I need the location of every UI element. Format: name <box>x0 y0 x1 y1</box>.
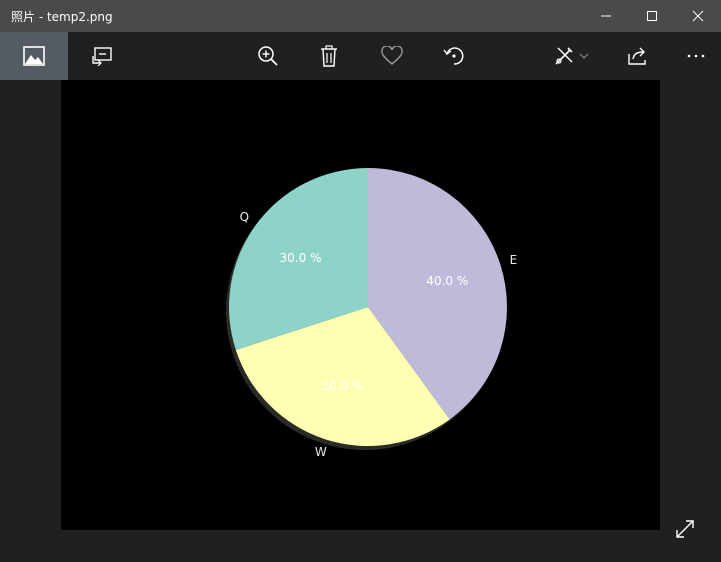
rotate-button[interactable] <box>432 32 476 80</box>
pie-category-label-w: W <box>314 445 327 460</box>
pie-category-label-q: Q <box>239 210 250 225</box>
rotate-icon <box>443 47 464 65</box>
close-icon <box>692 10 704 22</box>
delete-button[interactable] <box>307 32 351 80</box>
more-icon <box>687 54 705 58</box>
zoom-in-icon <box>258 46 278 66</box>
slideshow-button[interactable] <box>80 32 124 80</box>
pie-category-label-e: E <box>509 252 518 267</box>
delete-icon <box>321 45 337 67</box>
window-title: 照片 - temp2.png <box>11 10 113 24</box>
share-button[interactable] <box>616 32 660 80</box>
zoom-in-button[interactable] <box>246 32 290 80</box>
edit-create-button[interactable] <box>545 32 597 80</box>
minimize-icon <box>601 15 611 17</box>
pie-percent-label-q: 30.0 % <box>279 250 322 265</box>
favorite-button[interactable] <box>370 32 414 80</box>
toolbar <box>0 32 721 80</box>
image-view-button[interactable] <box>0 32 68 80</box>
fullscreen-button[interactable] <box>670 514 700 544</box>
minimize-button[interactable] <box>583 0 629 32</box>
slideshow-icon <box>92 47 112 66</box>
share-icon <box>628 47 646 65</box>
pie-chart <box>226 168 507 450</box>
maximize-icon <box>647 11 657 21</box>
expand-icon <box>676 520 694 538</box>
close-button[interactable] <box>675 0 721 32</box>
image-canvas: E 40.0 % W 30.0 % Q 30.0 % <box>61 80 660 530</box>
image-icon <box>23 46 45 66</box>
favorite-heart-icon <box>381 46 403 65</box>
edit-pen-icon <box>555 47 573 65</box>
pie-percent-label-w: 30.0 % <box>321 379 364 394</box>
title-bar: 照片 - temp2.png <box>0 0 721 32</box>
more-button[interactable] <box>676 32 716 80</box>
maximize-button[interactable] <box>629 0 675 32</box>
chevron-down-icon <box>579 53 589 59</box>
pie-percent-label-e: 40.0 % <box>426 274 469 289</box>
